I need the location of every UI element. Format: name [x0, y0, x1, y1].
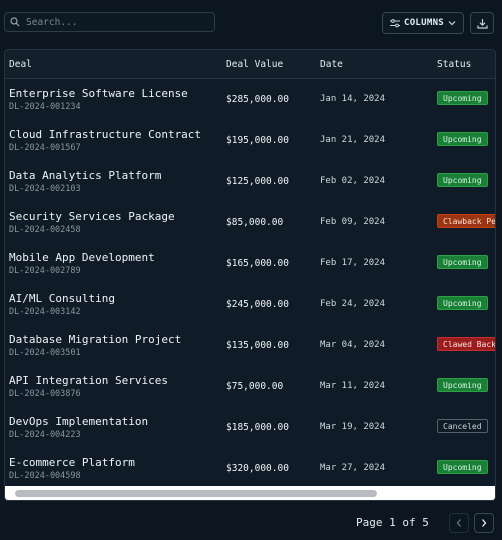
status-badge: Canceled [437, 419, 488, 433]
deal-value: $320,000.00 [226, 463, 289, 474]
deal-name: E-commerce Platform [9, 456, 135, 469]
horizontal-scrollbar[interactable] [5, 486, 495, 500]
deal-date: Jan 21, 2024 [320, 135, 386, 145]
deal-id: DL-2024-002458 [9, 225, 81, 235]
search-box[interactable] [4, 12, 215, 32]
scrollbar-thumb[interactable] [15, 490, 377, 497]
deal-value: $245,000.00 [226, 299, 289, 310]
status-badge: Upcoming [437, 378, 488, 392]
deal-date: Jan 14, 2024 [320, 94, 386, 104]
deal-name: Cloud Infrastructure Contract [9, 128, 202, 141]
table-row[interactable]: Enterprise Software License DL-2024-0012… [5, 79, 495, 121]
table-toolbar: COLUMNS [4, 11, 496, 35]
deal-name: Data Analytics Platform [9, 169, 162, 182]
deal-date: Mar 27, 2024 [320, 463, 386, 473]
deal-date: Feb 24, 2024 [320, 299, 386, 309]
deal-id: DL-2024-004598 [9, 471, 81, 481]
chevron-down-icon [448, 21, 456, 26]
deal-name: Security Services Package [9, 210, 175, 223]
next-page-button[interactable] [474, 513, 494, 533]
deal-date: Feb 17, 2024 [320, 258, 386, 268]
deal-name: API Integration Services [9, 374, 168, 387]
deal-id: DL-2024-001234 [9, 102, 81, 112]
deal-id: DL-2024-004223 [9, 430, 81, 440]
column-header-date[interactable]: Date [320, 59, 343, 70]
status-badge: Clawed Back [437, 337, 495, 351]
deal-date: Mar 11, 2024 [320, 381, 386, 391]
status-badge: Upcoming [437, 460, 488, 474]
table-row[interactable]: Mobile App Development DL-2024-002789 $1… [5, 243, 495, 285]
table-row[interactable]: Database Migration Project DL-2024-00350… [5, 325, 495, 367]
deal-value: $135,000.00 [226, 340, 289, 351]
status-badge: Upcoming [437, 91, 488, 105]
table-row[interactable]: Security Services Package DL-2024-002458… [5, 202, 495, 244]
columns-icon [389, 18, 400, 27]
search-icon [10, 17, 20, 27]
deal-name: Database Migration Project [9, 333, 182, 346]
deal-name: Mobile App Development [9, 251, 155, 264]
deal-date: Feb 09, 2024 [320, 217, 386, 227]
deal-id: DL-2024-002103 [9, 184, 81, 194]
deal-id: DL-2024-003876 [9, 389, 81, 399]
deal-value: $185,000.00 [226, 422, 289, 433]
table-row[interactable]: API Integration Services DL-2024-003876 … [5, 366, 495, 408]
page-indicator: Page 1 of 5 [356, 516, 429, 529]
columns-label: COLUMNS [403, 18, 445, 28]
column-header-deal[interactable]: Deal [9, 59, 32, 70]
chevron-left-icon [456, 519, 461, 527]
deal-name: Enterprise Software License [9, 87, 188, 100]
status-badge: Upcoming [437, 296, 488, 310]
chevron-right-icon [482, 519, 487, 527]
search-input[interactable] [26, 16, 206, 28]
deal-value: $125,000.00 [226, 176, 289, 187]
column-header-status[interactable]: Status [437, 59, 471, 70]
deal-id: DL-2024-002789 [9, 266, 81, 276]
deal-value: $195,000.00 [226, 135, 289, 146]
deal-name: DevOps Implementation [9, 415, 149, 428]
deal-id: DL-2024-003501 [9, 348, 81, 358]
table-row[interactable]: E-commerce Platform DL-2024-004598 $320,… [5, 448, 495, 489]
table-row[interactable]: AI/ML Consulting DL-2024-003142 $245,000… [5, 284, 495, 326]
status-badge: Upcoming [437, 255, 488, 269]
deal-value: $75,000.00 [226, 381, 284, 392]
deal-date: Mar 19, 2024 [320, 422, 386, 432]
table-row[interactable]: Data Analytics Platform DL-2024-002103 $… [5, 161, 495, 203]
deal-value: $165,000.00 [226, 258, 289, 269]
status-badge: Clawback Pe [437, 214, 495, 228]
table-header: Deal Deal Value Date Status [5, 50, 495, 79]
status-badge: Upcoming [437, 173, 488, 187]
table-row[interactable]: Cloud Infrastructure Contract DL-2024-00… [5, 120, 495, 162]
status-badge: Upcoming [437, 132, 488, 146]
deal-value: $285,000.00 [226, 94, 289, 105]
deal-date: Mar 04, 2024 [320, 340, 386, 350]
previous-page-button[interactable] [449, 513, 469, 533]
deal-name: AI/ML Consulting [9, 292, 115, 305]
column-header-deal-value[interactable]: Deal Value [226, 59, 283, 70]
table-row[interactable]: DevOps Implementation DL-2024-004223 $18… [5, 407, 495, 449]
deal-value: $85,000.00 [226, 217, 284, 228]
deal-id: DL-2024-001567 [9, 143, 81, 153]
deals-table: Deal Deal Value Date Status Enterprise S… [4, 49, 496, 501]
columns-button[interactable]: COLUMNS [382, 12, 464, 34]
deal-date: Feb 02, 2024 [320, 176, 386, 186]
deal-id: DL-2024-003142 [9, 307, 81, 317]
download-button[interactable] [470, 12, 494, 34]
download-icon [476, 18, 488, 29]
